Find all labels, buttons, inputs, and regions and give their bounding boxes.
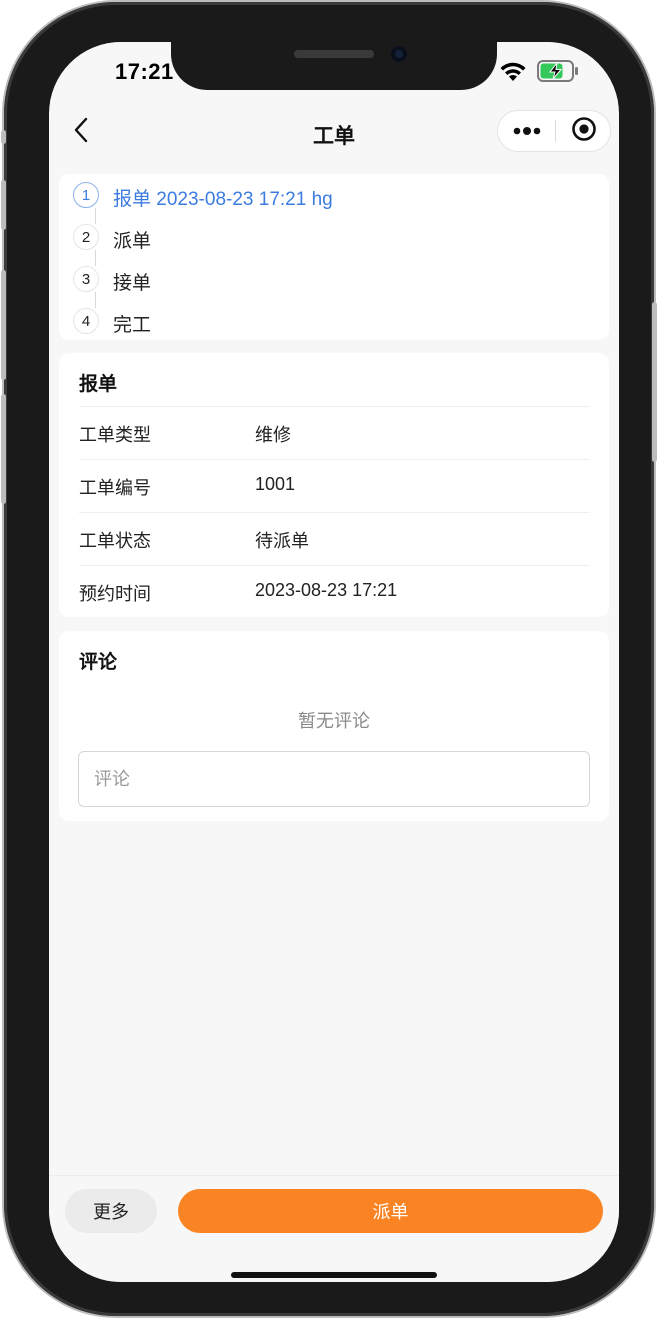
empty-comments-text: 暂无评论 <box>298 711 370 731</box>
speaker-grille <box>294 50 374 58</box>
home-indicator[interactable] <box>231 1272 437 1278</box>
comment-input[interactable] <box>78 751 590 807</box>
target-circle-icon <box>571 116 597 147</box>
screen: 17:21 工单 1 报单 2023-08-23 17:21 hg 2 派单 3… <box>49 42 619 1282</box>
section-title: 评论 <box>79 652 118 673</box>
row-value: 维修 <box>255 425 291 445</box>
step-label: 接单 <box>113 273 152 294</box>
row-value: 2023-08-23 17:21 <box>255 580 398 600</box>
menu-capsule <box>497 110 611 152</box>
more-button[interactable] <box>498 111 556 151</box>
row-label: 预约时间 <box>79 584 151 604</box>
step-label: 完工 <box>113 315 152 336</box>
phone-frame: 17:21 工单 1 报单 2023-08-23 17:21 hg 2 派单 3… <box>1 2 657 1316</box>
step-label: 报单 2023-08-23 17:21 hg <box>113 189 333 210</box>
info-row: 预约时间 2023-08-23 17:21 <box>79 565 589 618</box>
step-number: 4 <box>73 308 99 334</box>
progress-steps: 1 报单 2023-08-23 17:21 hg 2 派单 3 接单 4 完工 <box>59 174 609 340</box>
info-row: 工单状态 待派单 <box>79 512 589 565</box>
step-label: 派单 <box>113 231 152 252</box>
row-value: 1001 <box>255 474 296 494</box>
step-number: 1 <box>73 182 99 208</box>
notch <box>171 42 497 90</box>
wifi-icon <box>499 60 527 87</box>
volume-up-button <box>1 180 6 230</box>
report-card: 报单 工单类型 维修 工单编号 1001 工单状态 待派单 预约时间 2023-… <box>59 353 609 617</box>
more-dots-icon <box>513 122 541 140</box>
battery-charging-icon <box>537 60 579 87</box>
step-number: 2 <box>73 224 99 250</box>
power-button <box>652 302 657 462</box>
volume-down-button <box>1 270 6 380</box>
bottom-action-bar: 更多 派单 <box>49 1175 619 1282</box>
front-camera <box>391 46 407 62</box>
close-miniprogram-button[interactable] <box>556 111 612 151</box>
step-item: 1 报单 2023-08-23 17:21 hg <box>59 176 599 218</box>
mute-button <box>1 394 6 504</box>
info-row: 工单编号 1001 <box>79 459 589 512</box>
step-item: 2 派单 <box>59 218 599 260</box>
step-item: 4 完工 <box>59 302 599 344</box>
row-value: 待派单 <box>255 531 309 551</box>
info-row: 工单类型 维修 <box>79 406 589 459</box>
dispatch-button[interactable]: 派单 <box>178 1189 603 1233</box>
step-item: 3 接单 <box>59 260 599 302</box>
status-time: 17:21 <box>115 59 174 84</box>
section-title: 报单 <box>79 374 118 395</box>
more-actions-button[interactable]: 更多 <box>65 1189 157 1233</box>
step-number: 3 <box>73 266 99 292</box>
row-label: 工单类型 <box>79 425 151 445</box>
side-switch <box>1 130 6 144</box>
row-label: 工单编号 <box>79 478 151 498</box>
comments-card: 评论 暂无评论 <box>59 631 609 821</box>
nav-bar: 工单 <box>49 102 619 162</box>
row-label: 工单状态 <box>79 531 151 551</box>
